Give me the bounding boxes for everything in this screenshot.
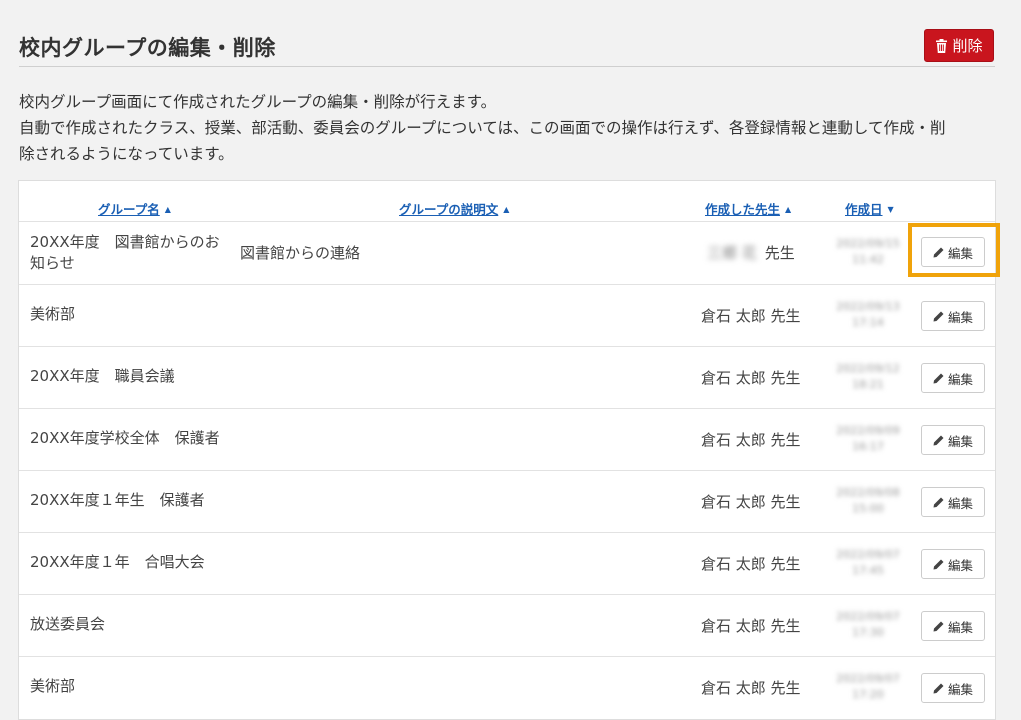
time-text: 17:14 (852, 316, 884, 329)
edit-button[interactable]: 編集 (921, 611, 985, 641)
column-header-label: 作成日 (845, 202, 883, 217)
column-header-label: グループ名 (98, 202, 160, 217)
edit-button[interactable]: 編集 (921, 549, 985, 579)
page-description: 校内グループ画面にて作成されたグループの編集・削除が行えます。 自動で作成された… (19, 89, 1004, 167)
time-text: 18:21 (852, 378, 884, 391)
created-date: 2022/09/07 17:30 (831, 609, 905, 641)
group-table: グループ名 ▲ グループの説明文 ▲ 作成した先生 ▲ 作成日 ▼ 20XX年度 図書館… (18, 180, 996, 720)
date-text: 2022/09/15 (836, 237, 900, 250)
column-header-group-name[interactable]: グループ名 ▲ (98, 199, 171, 218)
created-date: 2022/09/09 16:17 (831, 423, 905, 455)
edit-button[interactable]: 編集 (921, 487, 985, 517)
table-row: 20XX年度１年 合唱大会 倉石 太郎 先生 2022/09/07 17:45 … (19, 532, 995, 595)
creator-teacher: 倉石 太郎 先生 (701, 555, 801, 573)
time-text: 15:00 (852, 502, 884, 515)
table-row: 放送委員会 倉石 太郎 先生 2022/09/07 17:30 編集 (19, 594, 995, 657)
time-text: 11:42 (852, 253, 884, 266)
column-header-label: 作成した先生 (705, 202, 781, 217)
time-text: 17:20 (852, 688, 884, 701)
pencil-icon (933, 559, 944, 569)
edit-button[interactable]: 編集 (921, 363, 985, 393)
group-description: 図書館からの連絡 (240, 244, 361, 262)
group-name: 放送委員会 (30, 615, 106, 633)
description-line: 自動で作成されたクラス、授業、部活動、委員会のグループについては、この画面での操… (19, 119, 946, 137)
teacher-suffix: 先生 (764, 244, 795, 262)
pencil-icon (933, 373, 944, 383)
creator-teacher: 倉石 太郎 先生 (701, 617, 801, 635)
edit-button-label: 編集 (947, 433, 973, 449)
date-text: 2022/09/13 (836, 300, 900, 313)
table-row: 20XX年度１年生 保護者 倉石 太郎 先生 2022/09/08 15:00 … (19, 470, 995, 533)
created-date: 2022/09/08 15:00 (831, 485, 905, 517)
column-header-description[interactable]: グループの説明文 ▲ (399, 199, 509, 218)
table-row: 20XX年度 職員会議 倉石 太郎 先生 2022/09/12 18:21 編集 (19, 346, 995, 409)
group-name: 20XX年度 職員会議 (30, 367, 175, 385)
pencil-icon (933, 311, 944, 321)
table-row: 20XX年度学校全体 保護者 倉石 太郎 先生 2022/09/09 16:17… (19, 408, 995, 471)
table-row: 美術部 倉石 太郎 先生 2022/09/07 17:20 編集 (19, 656, 995, 719)
pencil-icon (933, 497, 944, 507)
pencil-icon (933, 621, 944, 631)
edit-button-highlight (908, 223, 1000, 277)
edit-button-label: 編集 (947, 619, 973, 635)
title-divider (19, 66, 995, 67)
pencil-icon (933, 435, 944, 445)
pencil-icon (933, 683, 944, 693)
description-line: 校内グループ画面にて作成されたグループの編集・削除が行えます。 (19, 93, 497, 111)
creator-teacher: 倉石 太郎 先生 (701, 369, 801, 387)
column-header-label: グループの説明文 (399, 202, 499, 217)
page-title: 校内グループの編集・削除 (19, 36, 276, 60)
edit-button[interactable]: 編集 (921, 673, 985, 703)
group-name: 美術部 (30, 677, 76, 695)
table-row: 20XX年度 図書館からのお知らせ 図書館からの連絡 三郷 花先生 2022/0… (19, 221, 995, 284)
edit-button-label: 編集 (947, 557, 973, 573)
date-text: 2022/09/07 (836, 548, 900, 561)
delete-button-label: 削除 (952, 37, 983, 55)
created-date: 2022/09/07 17:45 (831, 547, 905, 579)
group-name: 20XX年度 図書館からのお知らせ (30, 233, 220, 272)
created-date: 2022/09/12 18:21 (831, 361, 905, 393)
date-text: 2022/09/07 (836, 672, 900, 685)
edit-button-label: 編集 (947, 495, 973, 511)
blurred-teacher-name: 三郷 花 (707, 244, 757, 262)
delete-button[interactable]: 削除 (924, 29, 994, 62)
edit-button[interactable]: 編集 (921, 425, 985, 455)
created-date: 2022/09/07 17:20 (831, 671, 905, 703)
edit-button-label: 編集 (947, 371, 973, 387)
edit-button[interactable]: 編集 (921, 301, 985, 331)
sort-desc-icon: ▼ (887, 205, 894, 214)
time-text: 16:17 (852, 440, 884, 453)
date-text: 2022/09/08 (836, 486, 900, 499)
edit-button-label: 編集 (947, 681, 973, 697)
group-name: 20XX年度１年生 保護者 (30, 491, 205, 509)
creator-teacher: 三郷 花先生 (707, 242, 795, 263)
table-row: 美術部 倉石 太郎 先生 2022/09/13 17:14 編集 (19, 284, 995, 347)
creator-teacher: 倉石 太郎 先生 (701, 431, 801, 449)
sort-asc-icon: ▲ (164, 205, 171, 214)
creator-teacher: 倉石 太郎 先生 (701, 493, 801, 511)
date-text: 2022/09/09 (836, 424, 900, 437)
sort-asc-icon: ▲ (503, 205, 510, 214)
created-date: 2022/09/15 11:42 (831, 236, 905, 268)
sort-asc-icon: ▲ (785, 205, 792, 214)
trash-icon (936, 38, 948, 53)
column-header-teacher[interactable]: 作成した先生 ▲ (705, 199, 791, 218)
time-text: 17:30 (852, 626, 884, 639)
edit-button-label: 編集 (947, 309, 973, 325)
column-header-date[interactable]: 作成日 ▼ (845, 199, 894, 218)
date-text: 2022/09/12 (836, 362, 900, 375)
date-text: 2022/09/07 (836, 610, 900, 623)
time-text: 17:45 (852, 564, 884, 577)
description-line: 除されるようになっています。 (19, 145, 234, 163)
creator-teacher: 倉石 太郎 先生 (701, 307, 801, 325)
group-name: 20XX年度１年 合唱大会 (30, 553, 205, 571)
creator-teacher: 倉石 太郎 先生 (701, 679, 801, 697)
created-date: 2022/09/13 17:14 (831, 299, 905, 331)
group-name: 20XX年度学校全体 保護者 (30, 429, 220, 447)
group-name: 美術部 (30, 305, 76, 323)
